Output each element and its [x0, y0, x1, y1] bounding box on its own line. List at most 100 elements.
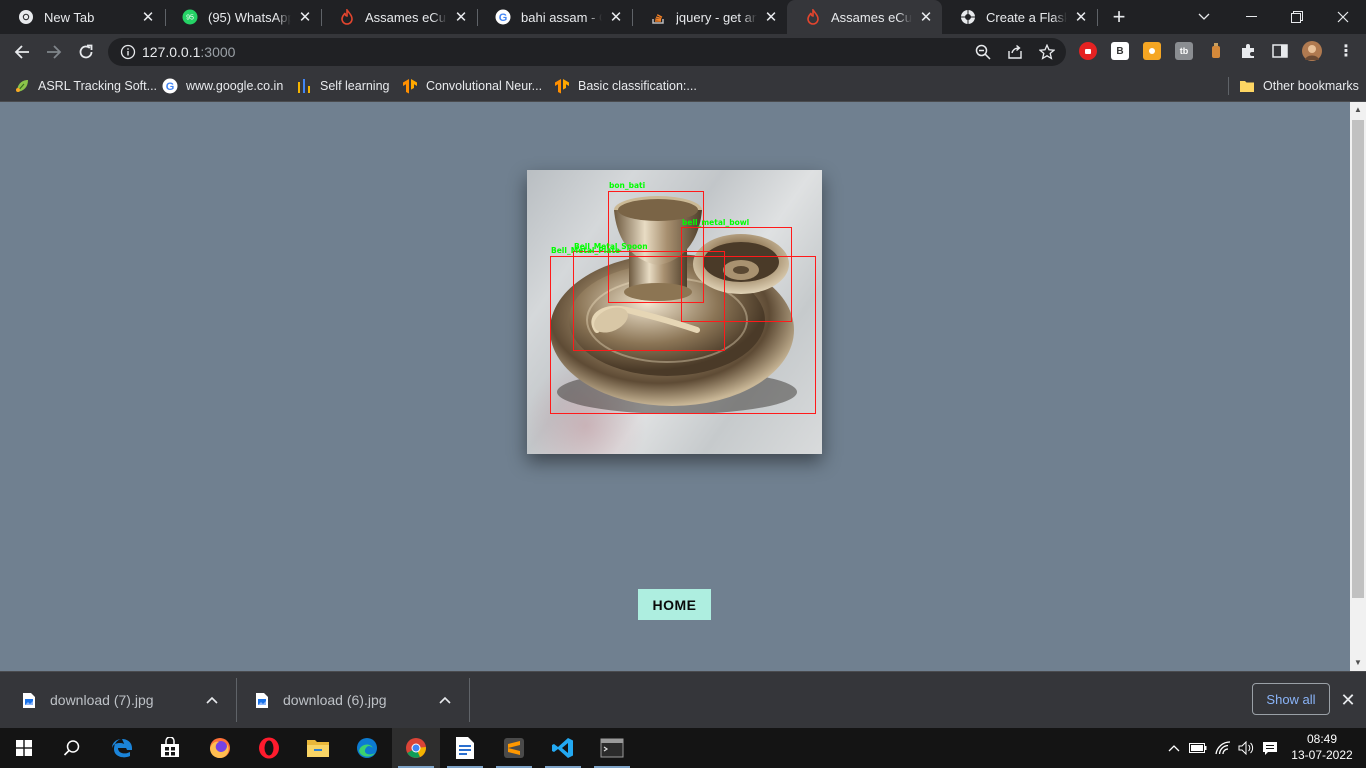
download-separator — [236, 678, 237, 722]
tab-search-chevron-icon[interactable] — [1181, 0, 1227, 34]
scrollbar-thumb[interactable] — [1352, 120, 1364, 598]
whatsapp-icon: 95 — [182, 9, 198, 25]
zoom-icon[interactable] — [974, 43, 992, 61]
bookmark-convolutional[interactable]: Convolutional Neur... — [402, 77, 542, 95]
detection-label-bowl: bell_metal_bowl — [682, 218, 750, 227]
file-explorer-icon[interactable] — [294, 728, 342, 768]
notifications-icon[interactable] — [1259, 728, 1281, 768]
tab-google-search[interactable]: G bahi assam - Google Search ✕ — [477, 0, 632, 34]
close-tab-icon[interactable]: ✕ — [608, 9, 624, 26]
close-window-icon[interactable] — [1320, 0, 1366, 34]
tensorflow-icon — [402, 78, 418, 94]
wifi-icon[interactable] — [1212, 728, 1234, 768]
stackoverflow-icon — [650, 9, 666, 25]
extension-orange-icon[interactable] — [1143, 42, 1161, 60]
scroll-down-arrow-icon[interactable]: ▼ — [1350, 655, 1366, 671]
chevron-up-icon[interactable] — [436, 691, 454, 709]
extensions-puzzle-icon[interactable] — [1239, 42, 1257, 60]
download-item[interactable]: download (6).jpg — [255, 672, 387, 728]
forward-arrow-icon[interactable] — [40, 38, 68, 66]
show-all-button[interactable]: Show all — [1252, 683, 1330, 715]
search-icon[interactable] — [48, 728, 96, 768]
terminal-icon[interactable] — [588, 728, 636, 768]
tab-assames-eculture[interactable]: Assames eCulture ✕ — [321, 0, 477, 34]
tab-title: bahi assam - Google Search — [521, 9, 602, 25]
bookmarks-bar: ASRL Tracking Soft... G www.google.co.in… — [0, 70, 1366, 102]
windows-start-icon[interactable] — [0, 728, 48, 768]
close-tab-icon[interactable]: ✕ — [918, 9, 934, 26]
bookmark-basic-classification[interactable]: Basic classification:... — [554, 77, 697, 95]
tab-flask-app[interactable]: Create a Flask App ✕ — [942, 0, 1097, 34]
chrome-icon — [18, 9, 34, 25]
extension-tb-icon[interactable]: tb — [1175, 42, 1193, 60]
sublime-text-icon[interactable] — [490, 728, 538, 768]
page-viewport: bon_bati bell_metal_bowl Bell_Metal_Spoo… — [0, 102, 1350, 671]
battery-icon[interactable] — [1187, 728, 1209, 768]
scroll-up-arrow-icon[interactable]: ▲ — [1350, 102, 1366, 118]
bookmark-label: Basic classification:... — [578, 79, 697, 93]
bookmark-self-learning[interactable]: Self learning — [296, 77, 390, 95]
url-port: :3000 — [200, 44, 236, 60]
tab-new-tab[interactable]: New Tab ✕ — [0, 0, 164, 34]
edge-icon[interactable] — [343, 728, 391, 768]
close-tab-icon[interactable]: ✕ — [140, 9, 156, 26]
google-icon: G — [495, 9, 511, 25]
new-tab-button[interactable]: + — [1107, 5, 1131, 29]
libreoffice-writer-icon[interactable] — [441, 728, 489, 768]
close-downloads-icon[interactable]: ✕ — [1338, 690, 1358, 710]
tab-jquery[interactable]: jquery - get and remove ✕ — [632, 0, 787, 34]
restore-icon[interactable] — [1274, 0, 1320, 34]
tab-separator — [1097, 9, 1098, 26]
vscode-icon[interactable] — [539, 728, 587, 768]
system-clock[interactable]: 08:49 13-07-2022 — [1288, 731, 1356, 763]
back-arrow-icon[interactable] — [8, 38, 36, 66]
bookmark-asrl[interactable]: ASRL Tracking Soft... — [14, 77, 157, 95]
download-item[interactable]: download (7).jpg — [22, 672, 154, 728]
image-file-icon — [256, 692, 268, 708]
url-text: 127.0.0.1:3000 — [142, 44, 235, 60]
tab-whatsapp[interactable]: 95 (95) WhatsApp ✕ — [164, 0, 321, 34]
flame-icon — [339, 9, 355, 25]
download-filename: download (7).jpg — [50, 692, 154, 708]
adblock-icon[interactable] — [1079, 42, 1097, 60]
share-icon[interactable] — [1006, 43, 1024, 61]
tray-chevron-up-icon[interactable] — [1164, 728, 1184, 768]
extension-tb-label: tb — [1179, 46, 1189, 56]
reload-icon[interactable] — [72, 38, 100, 66]
close-tab-icon[interactable]: ✕ — [763, 9, 779, 26]
close-tab-icon[interactable]: ✕ — [1073, 9, 1089, 26]
url-host: 127.0.0.1 — [142, 44, 201, 60]
opera-icon[interactable] — [245, 728, 293, 768]
address-bar[interactable]: 127.0.0.1:3000 — [108, 38, 1066, 66]
volume-icon[interactable] — [1235, 728, 1257, 768]
bookmark-label: Self learning — [320, 79, 390, 93]
other-bookmarks[interactable]: Other bookmarks — [1239, 77, 1359, 95]
side-panel-icon[interactable] — [1271, 42, 1289, 60]
chevron-up-icon[interactable] — [203, 691, 221, 709]
close-tab-icon[interactable]: ✕ — [453, 9, 469, 26]
profile-avatar[interactable] — [1302, 41, 1322, 61]
firefox-icon[interactable] — [196, 728, 244, 768]
detection-label-bon-bati: bon_bati — [609, 181, 646, 190]
home-button[interactable]: HOME — [638, 589, 711, 620]
download-separator — [469, 678, 470, 722]
menu-kebab-icon[interactable]: ⋮ — [1337, 42, 1355, 60]
edge-legacy-icon[interactable] — [98, 728, 146, 768]
site-info-icon[interactable] — [120, 44, 136, 60]
extension-bottle-icon[interactable] — [1207, 42, 1225, 60]
extension-b-icon[interactable]: B — [1111, 42, 1129, 60]
tab-title: Assames eCulture — [365, 9, 447, 25]
svg-text:G: G — [499, 12, 508, 24]
downloads-bar: download (7).jpg download (6).jpg Show a… — [0, 671, 1366, 728]
store-icon[interactable] — [146, 728, 194, 768]
bookmark-google[interactable]: G www.google.co.in — [162, 77, 283, 95]
whatsapp-badge: 95 — [186, 15, 194, 22]
folder-icon — [1239, 78, 1255, 94]
minimize-icon[interactable] — [1228, 0, 1274, 34]
bookmark-star-icon[interactable] — [1038, 43, 1056, 61]
page-scrollbar[interactable]: ▲ ▼ — [1350, 102, 1366, 671]
tab-title: Assames eCulture — [831, 9, 912, 25]
close-tab-icon[interactable]: ✕ — [297, 9, 313, 26]
chrome-taskbar-icon[interactable] — [392, 728, 440, 768]
tab-assames-eculture-active[interactable]: Assames eCulture ✕ — [787, 0, 942, 34]
